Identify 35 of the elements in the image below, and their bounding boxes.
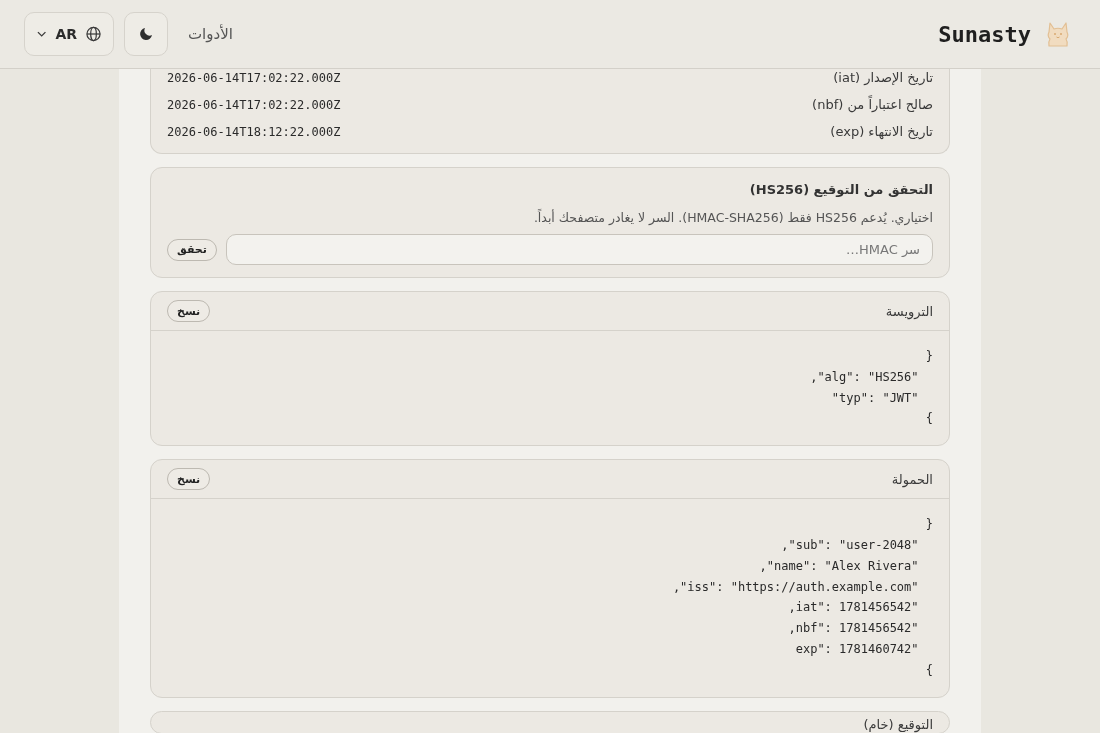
globe-icon — [86, 26, 101, 42]
code-line: "typ": "JWT" — [831, 389, 920, 407]
section-title: الترويسة — [885, 303, 933, 319]
moon-icon — [139, 27, 153, 41]
verify-button[interactable]: تحقق — [167, 238, 217, 261]
code-line: "sub": "user-2048", — [781, 537, 920, 554]
theme-toggle-button[interactable] — [124, 12, 168, 56]
section-title: التوقيع (خام) — [863, 715, 933, 733]
code-line: "nbf": 1781456542, — [788, 620, 920, 638]
claim-value: 2026-06-14T17:02:22.000Z — [167, 70, 341, 85]
claim-value: 2026-06-14T18:12:22.000Z — [167, 124, 341, 139]
code-line: "exp": 1781460742 — [795, 640, 920, 658]
claim-label: صالح اعتباراً من (nbf) — [812, 97, 933, 112]
code-line: { — [925, 348, 933, 365]
verify-description: اختياري. يُدعم HS256 فقط (HMAC-SHA256). السر لا يغادر متصفحك أبداً. — [533, 208, 933, 228]
chevron-down-icon — [37, 31, 47, 37]
verify-title: التحقق من التوقيع (HS256) — [749, 181, 933, 199]
code-line: "alg": "HS256", — [810, 368, 920, 386]
claim-label: تاريخ الإصدار (iat) — [833, 70, 933, 85]
claim-value: 2026-06-14T17:02:22.000Z — [167, 97, 341, 112]
claim-label: تاريخ الانتهاء (exp) — [830, 124, 933, 139]
copy-button[interactable]: نسخ — [167, 300, 211, 322]
code-line: } — [925, 410, 933, 428]
code-line: } — [925, 661, 933, 679]
copy-button[interactable]: نسخ — [167, 468, 211, 491]
language-button[interactable]: AR — [24, 12, 114, 56]
section-title: الحمولة — [891, 471, 933, 487]
logo-text[interactable]: Sunasty — [938, 21, 1031, 47]
code-line: "iss": "https://auth.example.com", — [672, 578, 920, 596]
code-line: "iat": 1781456542, — [788, 599, 920, 617]
tools-link[interactable]: الأدوات — [188, 25, 233, 43]
secret-input[interactable]: سر HMAC… — [225, 234, 933, 265]
cat-icon — [1045, 20, 1071, 48]
code-line: { — [925, 516, 933, 534]
code-line: "name": "Alex Rivera", — [759, 557, 920, 575]
